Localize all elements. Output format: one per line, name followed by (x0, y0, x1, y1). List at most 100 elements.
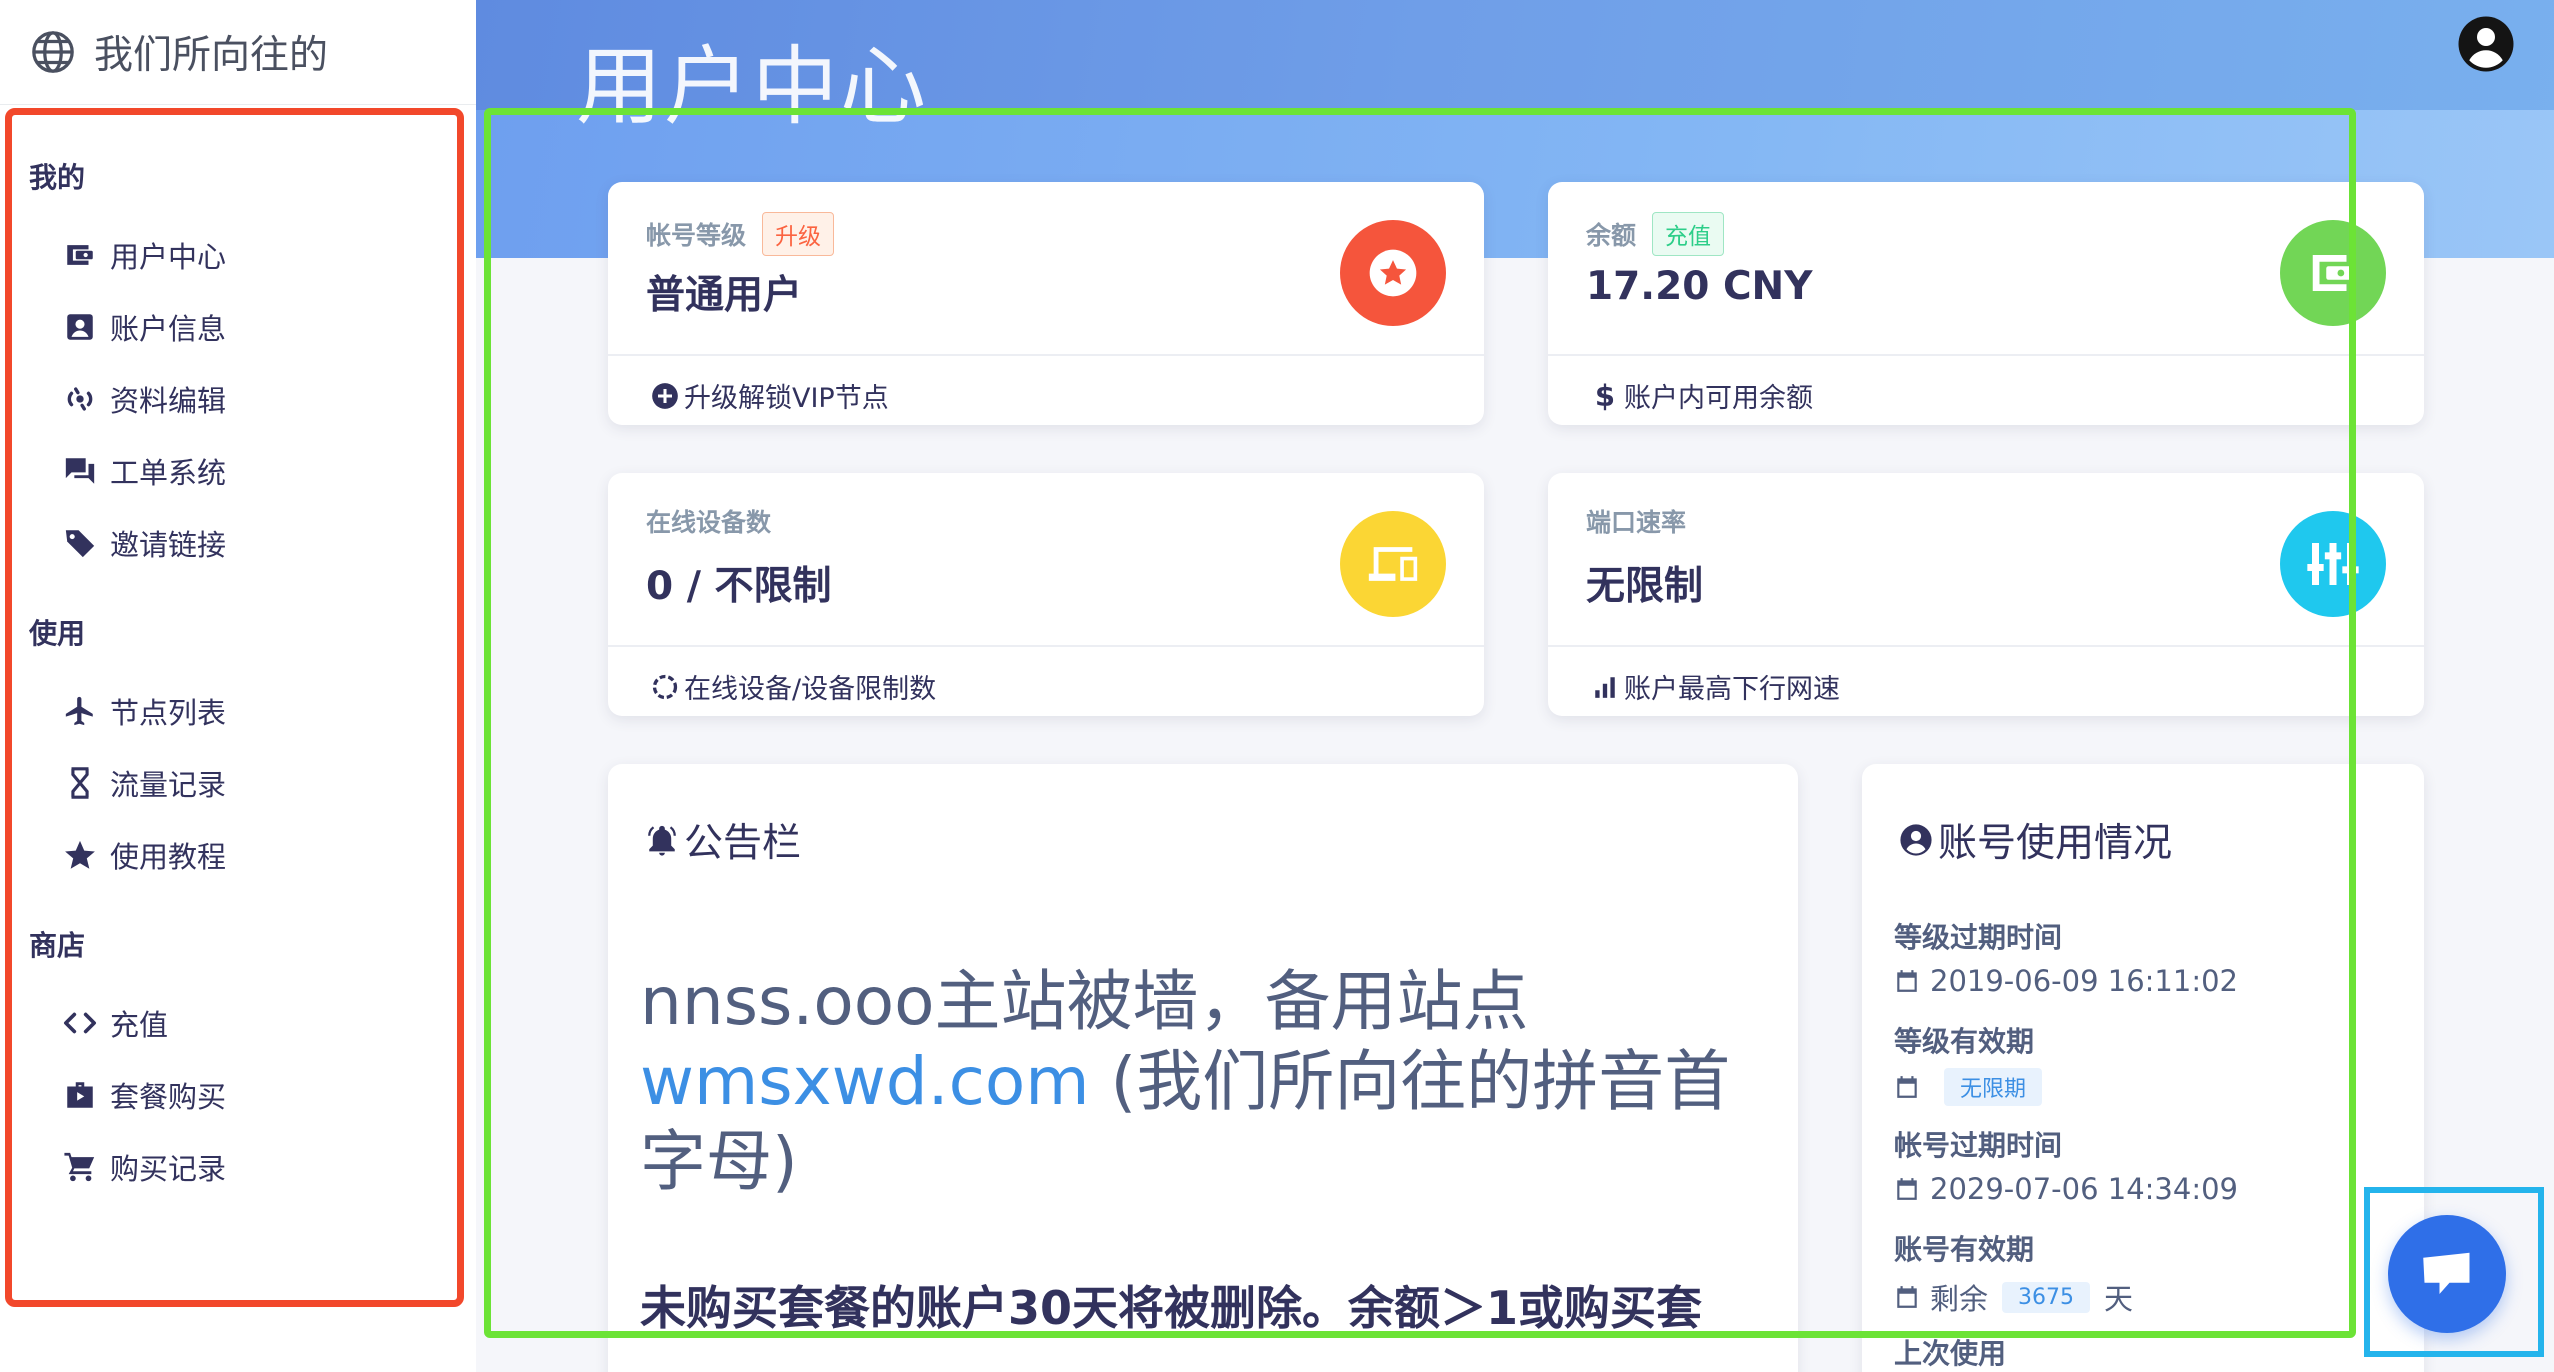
brand-divider (0, 104, 476, 105)
sidebar-item-label: 套餐购买 (110, 1080, 227, 1114)
sidebar-item-tutorial[interactable]: 使用教程 (62, 833, 226, 877)
level-value: 普通用户 (646, 273, 803, 318)
level-valid-label: 等级有效期 (1894, 1025, 2035, 1058)
account-valid-prefix: 剩余 (1930, 1282, 1989, 1316)
sidebar-item-plan-purchase[interactable]: 套餐购买 (62, 1073, 226, 1117)
sidebar-item-label: 使用教程 (110, 840, 227, 874)
wallet-icon (2280, 220, 2386, 326)
usage-title-text: 账号使用情况 (1938, 821, 2173, 866)
level-footer: 升级解锁VIP节点 (650, 376, 889, 415)
balance-card: 余额 充值 17.20 CNY $ 账户内可用余额 (1548, 182, 2424, 425)
calendar-icon (1897, 1076, 1917, 1098)
card-divider (608, 645, 1484, 647)
account-valid-days: 3675 (2002, 1281, 2091, 1313)
account-valid-item: 账号有效期 剩余 3675 天 (1894, 1228, 2133, 1318)
level-card: 帐号等级 升级 普通用户 升级解锁VIP节点 (608, 182, 1484, 425)
sidebar-item-label: 工单系统 (110, 456, 227, 490)
sidebar-item-traffic-log[interactable]: 流量记录 (62, 761, 226, 805)
level-expire-label: 等级过期时间 (1894, 921, 2063, 954)
sidebar: 我们所向往的 我的 用户中心 账户信息 资料编辑 工单系统 邀请链接 使用 节点… (0, 0, 476, 1372)
notice-body: nnss.ooo主站被墙，备用站点 wmsxwd.com (我们所向往的拼音首字… (640, 962, 1760, 1202)
loading-circle-icon (650, 672, 680, 702)
notice-title: 公告栏 (644, 812, 801, 868)
sidebar-item-label: 邀请链接 (110, 528, 227, 562)
account-expire-label: 帐号过期时间 (1894, 1129, 2063, 1162)
star-badge-icon (1340, 220, 1446, 326)
brand[interactable]: 我们所向往的 (30, 26, 328, 78)
speed-footer-text: 账户最高下行网速 (1624, 674, 1840, 705)
sidebar-item-recharge[interactable]: 充值 (62, 1001, 168, 1045)
devices-icon (1340, 511, 1446, 617)
nav-section-mine: 我的 (29, 161, 86, 194)
shopping-cart-icon (62, 1149, 98, 1185)
calendar-icon (1897, 1178, 1917, 1200)
account-expire-item: 帐号过期时间 2029-07-06 14:34:09 (1894, 1124, 2238, 1206)
card-divider (1548, 645, 2424, 647)
sidebar-item-label: 节点列表 (110, 696, 227, 730)
account-box-icon (62, 309, 98, 345)
notice-text-before: nnss.ooo主站被墙，备用站点 (640, 963, 1529, 1040)
sidebar-item-account-info[interactable]: 账户信息 (62, 305, 226, 349)
plus-circle-icon (650, 381, 680, 411)
airplane-icon (62, 693, 98, 729)
notice-body-2: 未购买套餐的账户30天将被删除。余额＞1或购买套 (640, 1281, 1703, 1335)
chat-bubble-icon (2423, 1252, 2470, 1294)
last-used-item: 上次使用 (1894, 1332, 2006, 1372)
level-footer-text: 升级解锁VIP节点 (684, 383, 889, 414)
bell-icon (644, 822, 680, 858)
page-title: 用户中心 (576, 37, 928, 137)
sidebar-item-invite-link[interactable]: 邀请链接 (62, 521, 226, 565)
equalizer-icon (2280, 511, 2386, 617)
devices-footer: 在线设备/设备限制数 (650, 667, 936, 706)
balance-value: 17.20 CNY (1586, 264, 1813, 309)
account-expire-value: 2029-07-06 14:34:09 (1930, 1172, 2238, 1206)
sidebar-item-purchase-history[interactable]: 购买记录 (62, 1145, 226, 1189)
upgrade-badge[interactable]: 升级 (762, 212, 835, 256)
brand-title: 我们所向往的 (94, 33, 329, 78)
user-avatar-icon[interactable] (2456, 14, 2516, 74)
star-icon (62, 837, 98, 873)
level-label: 帐号等级 (646, 221, 747, 250)
chat-button[interactable] (2388, 1215, 2506, 1333)
sidebar-item-profile-edit[interactable]: 资料编辑 (62, 377, 226, 421)
last-used-label: 上次使用 (1894, 1337, 2007, 1370)
card-divider (608, 354, 1484, 356)
backup-site-link[interactable]: wmsxwd.com (640, 1043, 1090, 1120)
balance-footer: $ 账户内可用余额 (1590, 376, 1813, 415)
forum-icon (62, 453, 98, 489)
usage-title: 账号使用情况 (1898, 812, 2172, 868)
devices-card: 在线设备数 0 / 不限制 在线设备/设备限制数 (608, 473, 1484, 716)
nav-section-shop: 商店 (29, 929, 86, 962)
devices-footer-text: 在线设备/设备限制数 (684, 674, 937, 705)
signal-bars-icon (1590, 672, 1620, 702)
card-divider (1548, 354, 2424, 356)
sidebar-item-node-list[interactable]: 节点列表 (62, 689, 226, 733)
devices-value: 0 / 不限制 (646, 564, 832, 609)
sidebar-item-label: 充值 (110, 1008, 169, 1042)
sidebar-item-label: 账户信息 (110, 312, 227, 346)
balance-label: 余额 (1586, 221, 1637, 250)
level-expire-item: 等级过期时间 2019-06-09 16:11:02 (1894, 916, 2238, 998)
hourglass-icon (62, 765, 98, 801)
recharge-badge[interactable]: 充值 (1652, 212, 1725, 256)
account-circle-icon (1898, 822, 1934, 858)
sidebar-item-label: 用户中心 (110, 240, 227, 274)
calendar-icon (1897, 1286, 1917, 1308)
shopping-bag-icon (62, 1077, 98, 1113)
sidebar-item-ticket-system[interactable]: 工单系统 (62, 449, 226, 493)
code-icon (62, 1005, 98, 1041)
devices-label: 在线设备数 (646, 508, 772, 537)
usage-panel: 账号使用情况 等级过期时间 2019-06-09 16:11:02 等级有效期 … (1862, 764, 2424, 1372)
account-valid-suffix: 天 (2104, 1282, 2134, 1316)
balance-footer-text: 账户内可用余额 (1624, 383, 1813, 414)
account-valid-label: 账号有效期 (1894, 1233, 2035, 1266)
edit-profile-icon (62, 381, 98, 417)
notice-title-text: 公告栏 (684, 821, 802, 866)
level-valid-item: 等级有效期 无限期 (1894, 1020, 2043, 1106)
speed-value: 无限制 (1586, 564, 1704, 609)
sidebar-item-label: 购买记录 (110, 1152, 227, 1186)
sidebar-item-user-center[interactable]: 用户中心 (62, 233, 226, 277)
sidebar-item-label: 资料编辑 (110, 384, 227, 418)
notice-panel: 公告栏 nnss.ooo主站被墙，备用站点 wmsxwd.com (我们所向往的… (608, 764, 1798, 1372)
speed-card: 端口速率 无限制 账户最高下行网速 (1548, 473, 2424, 716)
